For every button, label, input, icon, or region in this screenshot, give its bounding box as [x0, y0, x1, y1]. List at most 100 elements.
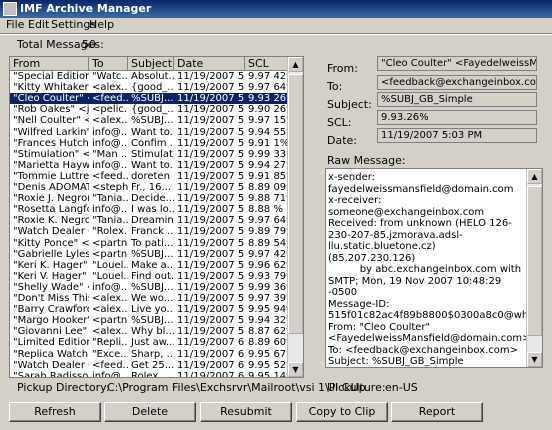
raw-scroll-thumb[interactable] [527, 186, 542, 336]
scl-field[interactable]: 9.93.26% [377, 110, 537, 125]
menu-edit[interactable]: Edit [28, 18, 49, 31]
table-row[interactable]: "Roxie K. Negro..."Tania...Dreamin...11/… [10, 215, 288, 226]
table-cell-from: "Rosetta Langfor... [13, 204, 89, 216]
table-row[interactable]: "Giovanni Lee" <...<alex...Why bl...11/1… [10, 326, 288, 337]
table-cell-date: 11/19/2007 5:0... [177, 126, 245, 138]
from-field[interactable]: "Cleo Coulter" <FayedelweissMansfield@do… [377, 56, 537, 71]
table-cell-subject: Find out... [131, 270, 174, 282]
column-header-date[interactable]: Date [174, 57, 245, 71]
date-field[interactable]: 11/19/2007 5:03 PM [377, 128, 537, 143]
table-row[interactable]: "Keri K. Hager" <..."Louel...Make a...11… [10, 260, 288, 271]
table-cell-to: <partn... [92, 237, 128, 249]
table-cell-scl: 9.93 79% [248, 270, 288, 282]
table-row[interactable]: "Barry Crawford"...<alex...Live yo...11/… [10, 304, 288, 315]
column-header-to[interactable]: To [89, 57, 128, 71]
report-button[interactable]: Report [391, 402, 483, 422]
table-row[interactable]: "Kitty Whitaker" ...<alex...{good_...11/… [10, 82, 288, 93]
column-header-subject[interactable]: Subject [128, 57, 174, 71]
table-cell-date: 11/19/2007 6:0... [177, 348, 245, 360]
table-cell-subject: I was lo... [131, 204, 174, 216]
table-cell-from: "Margo Hooker" ... [13, 315, 89, 327]
table-cell-subject: Stimulati... [131, 148, 174, 160]
table-cell-scl: 9.96 62% [248, 259, 288, 271]
table-cell-date: 11/19/2007 6:0... [177, 359, 245, 371]
table-row[interactable]: "Roxie J. Negron..."Tania...Decide...11/… [10, 193, 288, 204]
table-cell-date: 11/19/2007 5:0... [177, 159, 245, 171]
pickup-directory-label: Pickup Directory: [17, 381, 110, 394]
raw-message-label: Raw Message: [327, 154, 406, 167]
table-row[interactable]: "Keri V. Hager" <..."Louel...Find out...… [10, 271, 288, 282]
table-cell-date: 11/19/2007 5:0... [177, 170, 245, 182]
table-cell-subject: Absolut... [131, 71, 174, 82]
menu-bar: File Edit Settings Help [0, 18, 552, 32]
table-row[interactable]: "Tommie Luttrell"...<feed...doreten 11/19… [10, 171, 288, 182]
table-row[interactable]: "Margo Hooker" ...<partn...%SUBJ...11/19… [10, 315, 288, 326]
table-row[interactable]: "Gabrielle Lyles"...<partn...%SUBJ...11/… [10, 249, 288, 260]
table-row[interactable]: "Rob Oakes" <jo...<pelic...{good_...11/1… [10, 104, 288, 115]
table-cell-to: <alex... [92, 326, 128, 338]
table-cell-scl: 9.95 52% [248, 359, 288, 371]
table-row[interactable]: "Replica Watch ..."Exce...Sharp, ...11/1… [10, 349, 288, 360]
table-row[interactable]: "Denis ADOMAT...<steph...Fr., 16... 11/19… [10, 182, 288, 193]
table-cell-date: 11/19/2007 5:5... [177, 270, 245, 282]
table-cell-subject: To pati... [131, 237, 174, 249]
resubmit-button[interactable]: Resubmit [200, 402, 292, 422]
table-cell-to: info@... [92, 204, 128, 216]
table-cell-subject: %SUBJ... [131, 93, 174, 105]
raw-scroll-up-icon[interactable]: ▲ [527, 169, 542, 184]
table-cell-subject: %SUBJ... [131, 281, 174, 293]
scl-label: SCL: [327, 116, 352, 129]
raw-scroll-down-icon[interactable]: ▼ [527, 352, 542, 367]
table-cell-date: 11/19/2007 5:3... [177, 237, 245, 249]
table-cell-date: 11/19/2007 5:0... [177, 148, 245, 160]
column-header-scl[interactable]: SCL [245, 57, 288, 71]
table-row[interactable]: "Limited Edition ..."Repli...Just aw...1… [10, 337, 288, 348]
table-row[interactable]: "Stimulation" <be..."Man ...Stimulati...… [10, 149, 288, 160]
table-cell-from: "Denis ADOMAT... [13, 182, 89, 193]
table-row[interactable]: "Watch Dealer O..."Rolex...Franck ...11/… [10, 226, 288, 237]
table-cell-date: 11/19/2007 5:0... [177, 71, 245, 82]
scroll-thumb[interactable] [288, 74, 303, 334]
subject-field[interactable]: %SUBJ_GB_Simple [377, 92, 537, 107]
message-list[interactable]: From To Subject Date SCL "Special Editio… [9, 56, 304, 378]
scroll-up-icon[interactable]: ▲ [288, 57, 303, 72]
table-row[interactable]: "Cleo Coulter" <F...<feed...%SUBJ...11/1… [10, 93, 288, 105]
raw-message-scrollbar[interactable]: ▲ ▼ [526, 169, 542, 367]
table-cell-to: <alex... [92, 82, 128, 94]
table-row[interactable]: "Sarah Radisson"...info@...Rolex ... 11/1… [10, 371, 288, 377]
list-scrollbar[interactable]: ▲ ▼ [287, 57, 303, 377]
title-bar: IMF Archive Manager [0, 0, 552, 18]
to-field[interactable]: <feedback@exchangeinbox.com> [377, 75, 537, 90]
table-cell-to: info@... [92, 281, 128, 293]
menu-file[interactable]: File [6, 18, 24, 31]
table-row[interactable]: "Wilfred Larkin" ...info@...Want to...11… [10, 127, 288, 138]
table-cell-to: "Repli... [92, 337, 128, 349]
table-cell-from: "Kitty Ponce" <ca... [13, 237, 89, 249]
raw-message-box[interactable]: x-sender: fayedelweissmansfield@domain.c… [325, 168, 543, 368]
scroll-down-icon[interactable]: ▼ [288, 362, 303, 377]
table-row[interactable]: "Marietta Haywo...info@...Want to...11/1… [10, 160, 288, 171]
column-header-from[interactable]: From [10, 57, 89, 71]
window-title: IMF Archive Manager [20, 2, 152, 15]
app-icon [3, 2, 17, 16]
copy-to-clip-button[interactable]: Copy to Clip [296, 402, 388, 422]
table-row[interactable]: "Nell Coulter" <N...<alex...%SUBJ...11/1… [10, 115, 288, 126]
table-cell-scl: 9.99 33% [248, 148, 288, 160]
table-cell-date: 11/19/2007 5:3... [177, 215, 245, 227]
table-row[interactable]: "Watch Dealer O...<feed...Get 25...11/19… [10, 360, 288, 371]
table-row[interactable]: "Special Edition ..."Watc...Absolut...11… [10, 71, 288, 82]
table-row[interactable]: "Rosetta Langfor...info@...I was lo...11… [10, 204, 288, 215]
refresh-button[interactable]: Refresh [9, 402, 101, 422]
table-cell-date: 11/19/2007 5:0... [177, 82, 245, 94]
table-cell-subject: Why bl... [131, 326, 174, 338]
table-cell-scl: 9.97 42% [248, 71, 288, 82]
menu-help[interactable]: Help [89, 18, 114, 31]
table-row[interactable]: "Shelly Wade" <c...info@...%SUBJ...11/19… [10, 282, 288, 293]
table-row[interactable]: "Frances Hutchis...info@...Confim ...11/… [10, 138, 288, 149]
table-cell-to: <feed... [92, 359, 128, 371]
table-cell-subject: Confim ... [131, 137, 174, 149]
table-row[interactable]: "Don't Miss This ...<alex...We wo...11/1… [10, 293, 288, 304]
delete-button[interactable]: Delete [104, 402, 196, 422]
table-cell-scl: 9.91 1% [248, 137, 288, 149]
table-row[interactable]: "Kitty Ponce" <ca...<partn...To pati...1… [10, 238, 288, 249]
